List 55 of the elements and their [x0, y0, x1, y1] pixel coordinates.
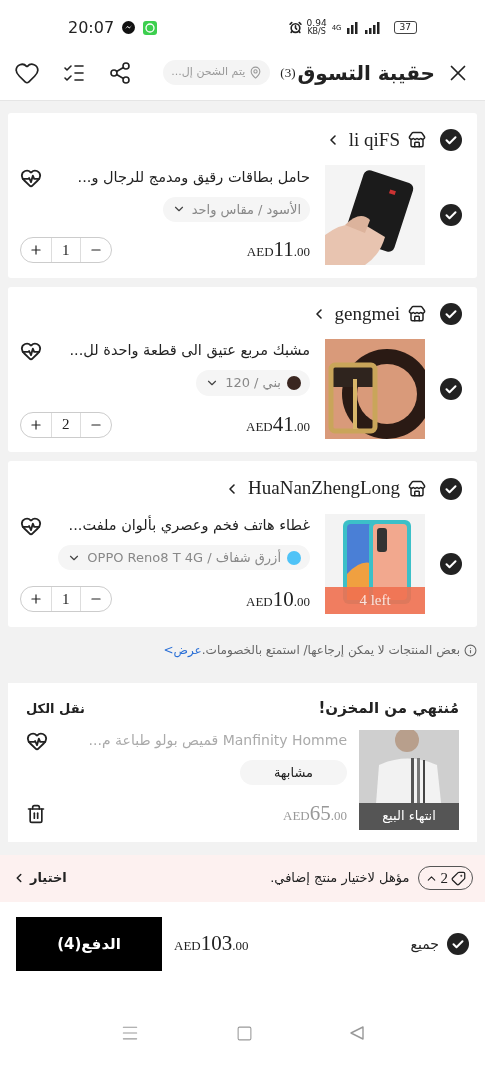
plus-icon[interactable] [29, 242, 43, 257]
delete-icon[interactable] [26, 803, 46, 824]
product-title[interactable]: مشبك مربع عتيق الى قطعة واحدة لل... [69, 340, 310, 362]
price: AED41.00 [246, 410, 310, 438]
app-icon [143, 20, 158, 35]
store-name[interactable]: gengmei [334, 299, 400, 328]
network-speed: 0.94 [306, 19, 327, 28]
product-title[interactable]: غطاء هاتف فخم وعصري بألوان ملفت... [68, 514, 310, 537]
tag-icon [451, 870, 466, 886]
heart-pulse-icon[interactable] [20, 340, 42, 362]
store-icon [408, 479, 426, 498]
section-title: مُنتهي من المخزن! [318, 698, 459, 719]
product-title[interactable]: حامل بطاقات رقيق ومدمج للرجال و... [77, 166, 310, 189]
view-link[interactable]: عرض> [163, 643, 202, 657]
select-all-checkbox[interactable] [447, 933, 469, 955]
speed-unit: KB/S [307, 28, 326, 36]
store-name[interactable]: li qiFS [348, 126, 400, 155]
store-checkbox[interactable] [440, 129, 462, 152]
store-icon [408, 131, 426, 150]
quantity: 1 [51, 587, 81, 612]
store-checkbox[interactable] [440, 477, 462, 500]
price: AED103.00 [174, 930, 249, 958]
store-name[interactable]: HuaNanZhengLong [248, 474, 400, 503]
item-checkbox[interactable] [440, 204, 462, 226]
page-title: حقيبة التسوق [297, 59, 435, 87]
sold-out-badge: انتهاء البيع [359, 802, 459, 830]
store-checkbox[interactable] [440, 302, 462, 325]
item-count: (3) [280, 63, 296, 82]
select-all-label: جميع [410, 934, 439, 955]
price: AED10.00 [246, 585, 310, 613]
info-icon [464, 643, 477, 657]
pay-button[interactable]: الدفع(4) [16, 917, 162, 971]
stock-badge: 4 left [325, 586, 425, 614]
alarm-icon [288, 21, 302, 34]
share-icon[interactable] [108, 60, 132, 85]
plus-icon[interactable] [29, 592, 43, 607]
move-all-link[interactable]: نقل الكل [26, 698, 85, 718]
item-checkbox[interactable] [440, 552, 462, 575]
quantity: 2 [51, 412, 81, 437]
choose-link[interactable]: اختيار [12, 868, 67, 888]
price: AED65.00 [283, 800, 347, 827]
status-time: 20:07 [68, 16, 115, 39]
back-icon[interactable] [349, 1025, 365, 1042]
messenger-icon [122, 21, 136, 34]
item-checkbox[interactable] [440, 378, 462, 401]
quantity: 1 [51, 237, 81, 262]
price: AED11.00 [246, 236, 310, 263]
similar-button[interactable]: مشابهة [239, 759, 347, 785]
location-pin-icon [249, 66, 263, 79]
signal-icon [346, 21, 383, 34]
notice-text: بعض المنتجات لا يمكن إرجاعها/ استمتع بالخصومات.عرض> [163, 642, 460, 659]
store-icon [408, 304, 426, 323]
plus-icon[interactable] [29, 417, 43, 432]
battery-indicator: 37 [393, 21, 417, 34]
promo-text: مؤهل لاختيار منتج إضافي. [270, 869, 410, 888]
